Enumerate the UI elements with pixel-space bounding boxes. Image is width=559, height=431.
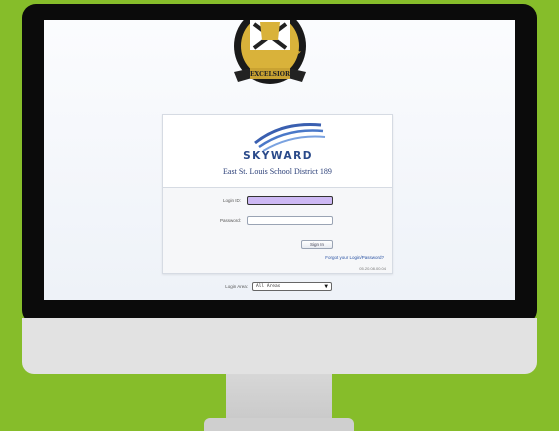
version-number: 05.20.08.00.04 bbox=[359, 266, 386, 271]
password-label: Password: bbox=[219, 218, 241, 223]
crest-banner-text: EXCELSIOR bbox=[250, 71, 291, 78]
screen: SCHOOL DISTRICT 189 EXCELSIOR SKYWARD Ea… bbox=[44, 20, 515, 300]
forgot-password-link[interactable]: Forgot your Login/Password? bbox=[325, 255, 384, 260]
login-form: Login ID: Password: Sign In Forgot your … bbox=[163, 188, 392, 273]
login-area-row: Login Area: All Areas ▼ bbox=[44, 282, 515, 294]
password-input[interactable] bbox=[247, 216, 333, 225]
skyward-wordmark: SKYWARD bbox=[243, 150, 313, 161]
login-id-label: Login ID: bbox=[222, 198, 241, 203]
skyward-logo: SKYWARD bbox=[243, 123, 326, 161]
login-card: SKYWARD East St. Louis School District 1… bbox=[162, 114, 393, 274]
login-area-label: Login Area: bbox=[225, 284, 248, 289]
monitor-stand-foot bbox=[204, 418, 354, 431]
login-id-input[interactable] bbox=[247, 196, 333, 205]
monitor-chin bbox=[22, 318, 537, 374]
district-name: East St. Louis School District 189 bbox=[223, 167, 332, 176]
login-area-select[interactable]: All Areas ▼ bbox=[252, 282, 332, 291]
login-area-selected-value: All Areas bbox=[256, 284, 281, 289]
monitor-stand-neck bbox=[226, 374, 332, 422]
login-card-header: SKYWARD East St. Louis School District 1… bbox=[163, 115, 392, 188]
district-crest-logo: SCHOOL DISTRICT 189 EXCELSIOR bbox=[216, 20, 306, 84]
sign-in-button[interactable]: Sign In bbox=[301, 240, 333, 249]
chevron-down-icon: ▼ bbox=[324, 283, 328, 290]
